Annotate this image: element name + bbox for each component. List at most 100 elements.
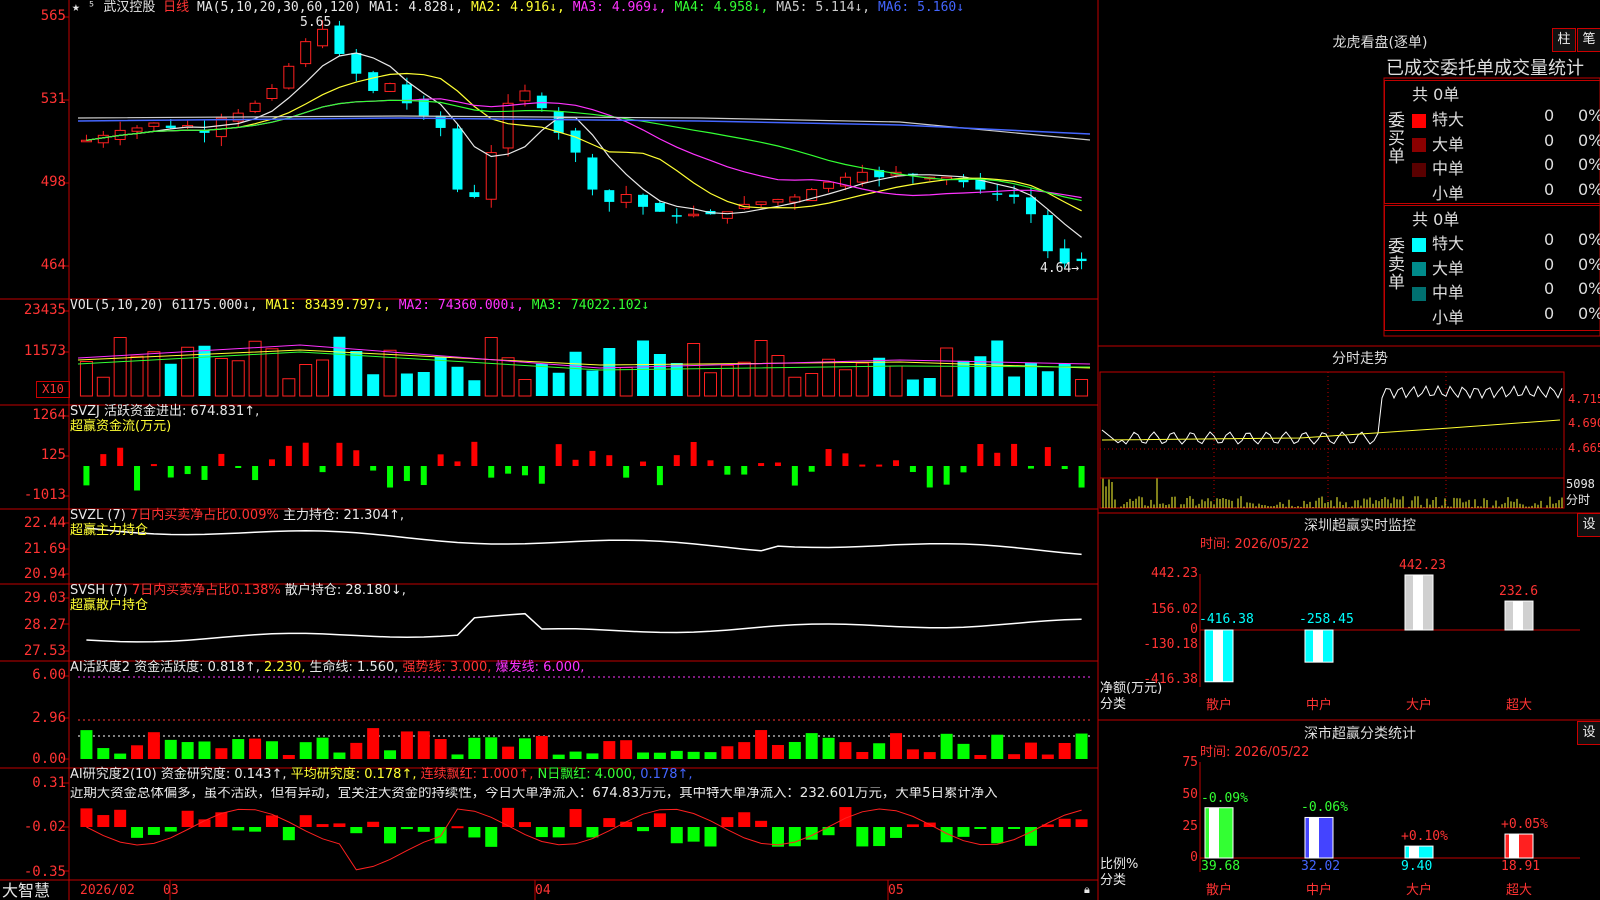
star-icon[interactable]: ★ (72, 0, 80, 15)
fund-flow-bar (201, 466, 208, 480)
activity-bar (687, 751, 700, 759)
candle-body (688, 213, 700, 217)
classify-tick: 75 (1182, 755, 1198, 770)
sell-color-swatch (1412, 237, 1426, 252)
svzj-header: SVZJ 活跃资金进出: 674.831↑, (70, 405, 259, 419)
fund-flow-bar (521, 466, 528, 476)
activity-bar (232, 739, 245, 759)
candle-body (384, 83, 396, 92)
buy-color-swatch (1412, 138, 1426, 152)
monitor-bar-highlight (1513, 601, 1523, 630)
activity-bar (1075, 733, 1088, 759)
volume-bar (586, 370, 599, 396)
bar-mode-button[interactable]: 柱 (1552, 28, 1576, 52)
sell-row-label: 大单 (1432, 258, 1465, 278)
buy-row-label: 中单 (1432, 159, 1465, 178)
candle-body (823, 181, 835, 189)
candle-body (721, 211, 733, 219)
fund-flow-bar (640, 461, 647, 466)
svsh-ratio: 7日内买卖净占比0.138% (131, 583, 281, 598)
ai-research-tick: -0.35 (23, 864, 66, 880)
fund-flow-bar (505, 466, 512, 474)
pen-mode-button[interactable]: 笔 (1577, 28, 1600, 52)
sell-row-label: 特大 (1432, 234, 1465, 253)
ma-value-5: MA5: 5.114↓, (768, 0, 871, 15)
activity-bar (704, 752, 717, 759)
classify-bar-value: 39.68 (1201, 859, 1241, 874)
ma-values: MA1: 4.828↓, MA2: 4.916↓, MA3: 4.969↓, M… (369, 0, 964, 15)
activity-bar (890, 733, 903, 759)
fund-flow-bar (454, 461, 461, 466)
candle-body (165, 125, 176, 128)
monitor-category-label: 大户 (1406, 698, 1433, 713)
research-bar (822, 827, 835, 836)
activity-bar (637, 752, 650, 759)
vol-title: VOL(5,10,20) (70, 298, 164, 313)
research-bar (687, 827, 700, 842)
monitor-settings-button[interactable]: 设 (1577, 513, 1600, 537)
activity-bar (839, 742, 852, 759)
volume-bar (720, 364, 734, 397)
volume-bar (147, 351, 161, 397)
vol-unit-badge[interactable]: X10 (36, 381, 70, 398)
main-holding-line (86, 527, 1082, 556)
volume-bar (653, 354, 666, 396)
monitor-ylabel: 净额(万元) (1100, 681, 1163, 696)
activity-bar (215, 748, 228, 759)
candle-body (1025, 197, 1036, 215)
candle-body (351, 52, 362, 74)
research-bar (333, 823, 346, 827)
sell-color-swatch (1412, 311, 1426, 325)
fund-flow-bar (353, 450, 360, 466)
buy-row-value: 0 (1544, 106, 1555, 125)
research-bar (181, 810, 194, 827)
candle-body (638, 194, 649, 207)
fund-flow-bar (589, 450, 596, 466)
svsh-title: SVSH (7) (70, 583, 128, 598)
activity-bar (974, 754, 987, 759)
dragon-title: 龙虎看盘(逐单) (1332, 35, 1428, 51)
research-bar (873, 827, 886, 847)
candle-body (435, 115, 446, 128)
buy-row-pct: 0% (1578, 179, 1600, 199)
classify-settings-button[interactable]: 设 (1577, 721, 1600, 745)
activity-bar (906, 749, 919, 759)
buy-row-pct: 0% (1578, 155, 1600, 174)
research-bar (97, 815, 110, 827)
volume-bar (214, 358, 228, 397)
chart-canvas[interactable] (0, 0, 1600, 900)
lock-icon[interactable]: 🔒︎ (1084, 883, 1090, 897)
ai-research-header: AI研究度2(10) 资金研究度: 0.143↑, 平均研究度: 0.178↑,… (70, 768, 693, 782)
ma-value-2: MA2: 4.916↓, (463, 0, 565, 15)
research-bar (164, 827, 177, 832)
period-label[interactable]: 日线 (163, 0, 189, 15)
sell-row-label: 小单 (1432, 307, 1465, 327)
svzl-holding: 主力持仓: 21.304↑, (282, 508, 404, 523)
research-bar (367, 821, 380, 827)
volume-bar (367, 374, 380, 396)
research-bar (957, 827, 970, 837)
volume-bar (822, 358, 836, 397)
candle-body (755, 201, 767, 205)
fund-flow-bar (808, 466, 815, 472)
buy-color-swatch (1412, 162, 1426, 177)
ai-active-lifeline: 生命线: 1.560, (309, 660, 399, 675)
activity-bar (299, 742, 312, 759)
intraday-tick: 4.665 (1568, 441, 1600, 455)
svzl-tick: 20.94 (23, 566, 66, 582)
activity-bar (114, 753, 127, 759)
fund-flow-bar (252, 466, 259, 481)
ai-active-tick: 2.96 (32, 710, 66, 726)
candle-body (300, 41, 312, 65)
ma-value-6: MA6: 5.160↓ (870, 0, 965, 15)
candle-body (266, 87, 278, 99)
fund-flow-bar (420, 466, 427, 486)
classify-bar-highlight (1309, 817, 1319, 858)
fund-flow-bar (977, 444, 984, 466)
volume-bar (1024, 363, 1037, 396)
fund-flow-bar (471, 441, 478, 466)
svzj-subtitle: 超赢资金流(万元) (70, 419, 172, 434)
ai-active-tick: 6.00 (32, 667, 66, 683)
activity-bar (451, 754, 464, 759)
dragon-tabs[interactable]: 已成交委托单成交量统计 (1386, 54, 1584, 80)
